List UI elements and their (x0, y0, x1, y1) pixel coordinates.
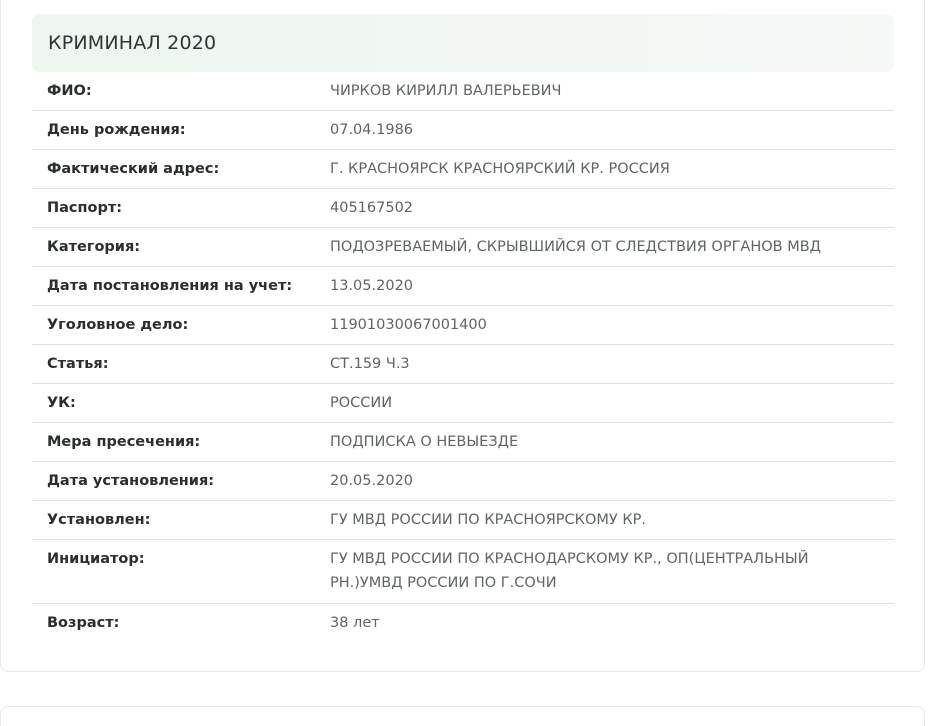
info-row-fio: ФИО: ЧИРКОВ КИРИЛЛ ВАЛЕРЬЕВИЧ (32, 72, 894, 111)
info-row-established-date: Дата установления: 20.05.2020 (32, 462, 894, 501)
row-label: День рождения: (47, 122, 186, 138)
info-row-registration-date: Дата постановления на учет: 13.05.2020 (32, 267, 894, 306)
info-row-initiator: Инициатор: ГУ МВД РОССИИ ПО КРАСНОДАРСКО… (32, 540, 894, 604)
row-value: РОССИИ (330, 395, 393, 411)
row-label: Дата установления: (47, 473, 215, 489)
info-row-birthday: День рождения: 07.04.1986 (32, 111, 894, 150)
row-value: ПОДОЗРЕВАЕМЫЙ, СКРЫВШИЙСЯ ОТ СЛЕДСТВИЯ О… (330, 239, 822, 255)
row-value: 405167502 (330, 200, 414, 216)
card-header: КРИМИНАЛ 2020 (32, 14, 894, 72)
row-value: СТ.159 Ч.3 (330, 356, 410, 372)
card-title: КРИМИНАЛ 2020 (48, 32, 217, 54)
row-label: УК: (47, 395, 76, 411)
row-label: Уголовное дело: (47, 317, 189, 333)
row-value: 07.04.1986 (330, 122, 414, 138)
row-label: Мера пресечения: (47, 434, 201, 450)
row-value: 13.05.2020 (330, 278, 414, 294)
row-value: 38 лет (330, 615, 380, 631)
row-label: Статья: (47, 356, 109, 372)
row-label: ФИО: (47, 83, 92, 99)
info-row-article: Статья: СТ.159 Ч.3 (32, 345, 894, 384)
info-row-preventive-measure: Мера пресечения: ПОДПИСКА О НЕВЫЕЗДЕ (32, 423, 894, 462)
row-label: Установлен: (47, 512, 151, 528)
info-row-passport: Паспорт: 405167502 (32, 189, 894, 228)
info-row-criminal-case: Уголовное дело: 11901030067001400 (32, 306, 894, 345)
row-label: Категория: (47, 239, 141, 255)
info-table: ФИО: ЧИРКОВ КИРИЛЛ ВАЛЕРЬЕВИЧ День рожде… (32, 72, 894, 643)
row-label: Фактический адрес: (47, 161, 220, 177)
row-value: ГУ МВД РОССИИ ПО КРАСНОДАРСКОМУ КР., ОП(… (330, 551, 809, 591)
info-row-criminal-code: УК: РОССИИ (32, 384, 894, 423)
info-row-address: Фактический адрес: Г. КРАСНОЯРСК КРАСНОЯ… (32, 150, 894, 189)
info-row-established-by: Установлен: ГУ МВД РОССИИ ПО КРАСНОЯРСКО… (32, 501, 894, 540)
row-value: 20.05.2020 (330, 473, 414, 489)
row-value: Г. КРАСНОЯРСК КРАСНОЯРСКИЙ КР. РОССИЯ (330, 161, 670, 177)
row-value: ПОДПИСКА О НЕВЫЕЗДЕ (330, 434, 519, 450)
record-card: КРИМИНАЛ 2020 ФИО: ЧИРКОВ КИРИЛЛ ВАЛЕРЬЕ… (0, 0, 925, 672)
row-label: Паспорт: (47, 200, 123, 216)
row-value: ГУ МВД РОССИИ ПО КРАСНОЯРСКОМУ КР. (330, 512, 646, 528)
row-value: 11901030067001400 (330, 317, 487, 333)
row-label: Возраст: (47, 615, 120, 631)
info-row-category: Категория: ПОДОЗРЕВАЕМЫЙ, СКРЫВШИЙСЯ ОТ … (32, 228, 894, 267)
row-value: ЧИРКОВ КИРИЛЛ ВАЛЕРЬЕВИЧ (330, 83, 562, 99)
next-record-card (0, 706, 925, 726)
info-row-age: Возраст: 38 лет (32, 604, 894, 643)
row-label: Дата постановления на учет: (47, 278, 293, 294)
row-label: Инициатор: (47, 551, 145, 567)
